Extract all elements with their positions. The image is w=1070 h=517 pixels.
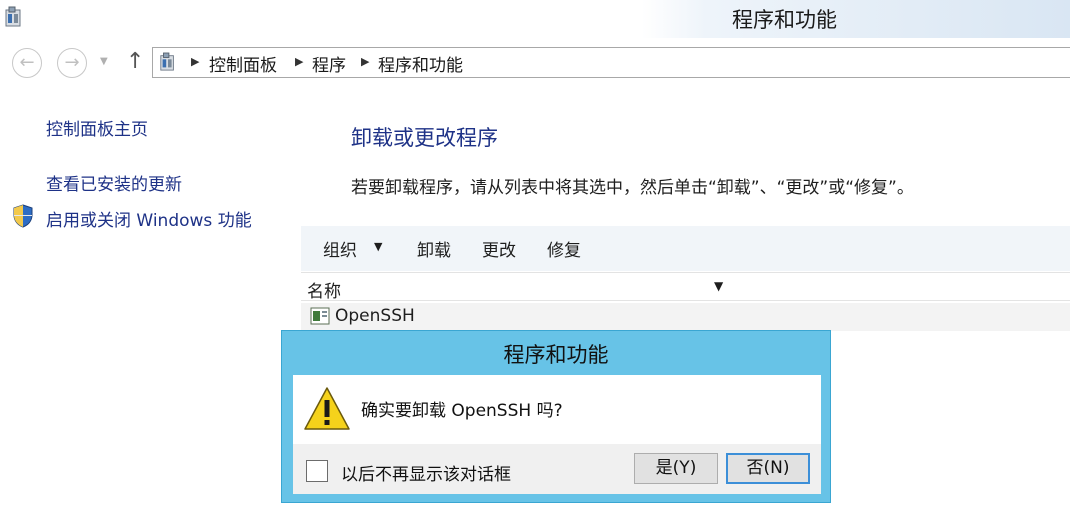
recent-locations-button[interactable]: ▼ (100, 56, 108, 67)
sort-down-icon[interactable]: ▼ (714, 279, 723, 293)
breadcrumb-separator-icon[interactable]: ▶ (295, 55, 303, 68)
column-header-label: 名称 (307, 282, 341, 302)
dont-show-again-checkbox[interactable] (306, 460, 328, 482)
organize-button[interactable]: 组织 (323, 236, 357, 261)
breadcrumb-separator-icon[interactable]: ▶ (361, 55, 369, 68)
repair-button[interactable]: 修复 (547, 236, 581, 261)
title-bar: 程序和功能 (0, 0, 1070, 38)
no-button[interactable]: 否(N) (726, 453, 810, 484)
shield-icon (13, 204, 33, 228)
breadcrumb-control-panel[interactable]: 控制面板 (209, 51, 277, 76)
forward-arrow-icon: → (64, 52, 80, 73)
dialog-message: 确实要卸载 OpenSSH 吗? (361, 401, 563, 421)
control-panel-icon (160, 52, 174, 71)
up-button[interactable]: ↑ (126, 49, 144, 74)
column-header-name[interactable]: 名称 ▼ (301, 272, 1070, 302)
address-bar[interactable]: ▶ 控制面板 ▶ 程序 ▶ 程序和功能 (152, 47, 1070, 78)
view-installed-updates-link[interactable]: 查看已安装的更新 (46, 170, 182, 195)
control-panel-icon (5, 6, 21, 27)
command-toolbar: 组织 ▼ 卸载 更改 修复 (301, 226, 1070, 271)
breadcrumb-programs-and-features[interactable]: 程序和功能 (378, 51, 463, 76)
confirm-uninstall-dialog: 程序和功能 确实要卸载 OpenSSH 吗? 以后不再显示该对话框 是(Y) 否… (281, 330, 831, 503)
dialog-footer: 以后不再显示该对话框 是(Y) 否(N) (293, 444, 821, 494)
program-icon (310, 307, 330, 325)
forward-button[interactable]: → (57, 48, 87, 78)
windows-features-link[interactable]: 启用或关闭 Windows 功能 (46, 206, 252, 231)
navigation-bar: ← → ▼ ↑ ▶ 控制面板 ▶ 程序 ▶ 程序和功能 (0, 38, 1070, 90)
breadcrumb-programs[interactable]: 程序 (312, 51, 346, 76)
up-arrow-icon: ↑ (126, 49, 145, 74)
chevron-down-icon: ▼ (100, 56, 108, 67)
back-arrow-icon: ← (19, 52, 35, 73)
program-name: OpenSSH (335, 306, 415, 326)
change-button[interactable]: 更改 (482, 236, 516, 261)
dialog-title[interactable]: 程序和功能 (282, 339, 830, 369)
control-panel-home-link[interactable]: 控制面板主页 (46, 115, 148, 140)
yes-button[interactable]: 是(Y) (634, 453, 718, 484)
window-title: 程序和功能 (732, 8, 837, 32)
uninstall-button[interactable]: 卸载 (417, 236, 451, 261)
back-button[interactable]: ← (12, 48, 42, 78)
dont-show-again-label[interactable]: 以后不再显示该对话框 (341, 460, 511, 485)
breadcrumb-separator-icon[interactable]: ▶ (191, 55, 199, 68)
page-description: 若要卸载程序，请从列表中将其选中，然后单击“卸载”、“更改”或“修复”。 (351, 178, 914, 198)
page-title: 卸载或更改程序 (351, 126, 498, 150)
title-bar-background (0, 0, 1070, 38)
table-row[interactable]: OpenSSH (301, 303, 1070, 331)
warning-icon (304, 387, 350, 430)
dialog-content: 确实要卸载 OpenSSH 吗? (293, 375, 821, 444)
chevron-down-icon[interactable]: ▼ (374, 240, 382, 253)
